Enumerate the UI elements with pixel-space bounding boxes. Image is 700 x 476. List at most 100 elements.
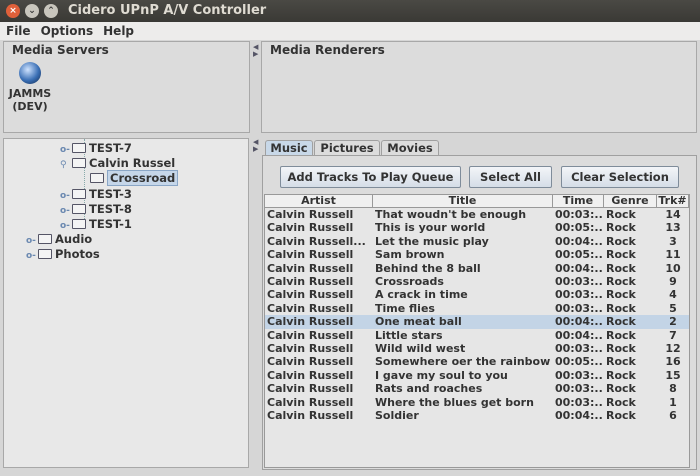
split-arrow-icon[interactable]: ◀ ▶ [253,139,258,153]
table-row[interactable]: Calvin Russell Little stars 00:04:... Rock 7 [265,329,689,342]
column-header[interactable]: Time [553,195,604,208]
table-cell: Rock [606,368,636,382]
column-header[interactable]: Trk# [657,195,689,208]
table-cell: Rock [606,221,636,235]
tree-node[interactable]: o- TEST-7 [60,141,132,155]
table-cell: 13 [665,221,681,235]
table-row[interactable]: Calvin Russell One meat ball 00:04:... Rock… [265,315,689,329]
table-cell: Where the blues get born [375,395,534,409]
tree-node[interactable]: o- TEST-3 [60,187,132,201]
media-renderers-panel: Media Renderers [261,41,697,133]
table-cell: A crack in time [375,288,468,302]
table-cell: Calvin Russell [267,301,354,315]
tab-movies[interactable]: Movies [381,140,439,156]
table-cell: 00:03:... [555,288,602,302]
table-row[interactable]: Calvin Russell Behind the 8 ball 00:04:...… [265,262,689,275]
table-row[interactable]: Calvin Russell Wild wild west 00:03:... Roc… [265,342,689,355]
table-cell: Rock [606,248,636,262]
table-cell: Calvin Russell [267,355,354,369]
tracks-table[interactable]: Artist Title Time Genre Trk# Calvin Russell Th… [264,194,690,468]
clear-selection-button[interactable]: Clear Selection [561,166,679,188]
tree-node-label: TEST-1 [89,217,132,231]
table-cell: 4 [669,288,677,302]
collapse-handle-icon[interactable]: o- [26,249,36,263]
tree-node-label: Audio [55,232,93,247]
close-button[interactable]: × [6,4,20,18]
table-row[interactable]: Calvin Russell Time flies 00:03:... Rock 5 [265,302,689,315]
table-cell: Rock [606,301,636,315]
tree-node[interactable]: o- TEST-8 [60,202,132,216]
window-title: Cidero UPnP A/V Controller [68,3,267,18]
table-cell: Let the music play [375,234,489,248]
minimize-button[interactable]: ⌄ [25,4,39,18]
folder-icon [72,219,86,229]
tree-node[interactable]: o- Photos [26,247,100,261]
table-cell: 9 [669,275,677,288]
table-cell: 00:03:... [555,275,602,288]
tab-music[interactable]: Music [265,140,313,156]
collapse-handle-icon[interactable]: o- [60,189,70,203]
table-row[interactable]: Calvin Russell This is your world 00:05:..… [265,221,689,234]
expand-handle-icon[interactable]: ⚲ [60,158,70,172]
table-cell: 00:05:... [555,355,602,369]
select-all-button[interactable]: Select All [469,166,552,188]
table-row[interactable]: Calvin Russell Crossroads 00:03:... Rock 9 [265,275,689,288]
tree-node[interactable]: o- TEST-1 [60,217,132,231]
tree-node[interactable]: ⚲ Calvin Russel [60,156,175,170]
table-row[interactable]: Calvin Russell I gave my soul to you 00:03… [265,369,689,382]
split-left-arrow-icon[interactable]: ◀ ▶ [253,44,258,58]
column-header[interactable]: Genre [604,195,657,208]
column-header[interactable]: Artist [265,195,373,208]
table-cell: Calvin Russell [267,382,354,396]
folder-icon [72,158,86,169]
table-row[interactable]: Calvin Russell A crack in time 00:03:... Ro… [265,288,689,301]
table-cell: One meat ball [375,315,462,329]
tree-node[interactable]: Crossroad [90,170,179,187]
table-cell: 6 [669,409,677,422]
menu-options[interactable]: Options [41,24,94,38]
collapse-handle-icon[interactable]: o- [26,234,36,248]
table-row[interactable]: Calvin Russell Where the blues get born 00… [265,396,689,409]
table-cell: Rock [606,355,636,369]
table-row[interactable]: Calvin Russell Sam brown 00:05:... Rock 11 [265,248,689,261]
table-cell: Rock [606,261,636,275]
menu-bar: File Options Help [0,22,700,40]
content-tree[interactable]: o- TEST-7 ⚲ Calvin Russel Crossroad o- TEST-3 o… [3,138,249,468]
server-sub: (DEV) [12,100,48,113]
table-cell: Calvin Russell [267,261,354,275]
tab-pictures[interactable]: Pictures [314,140,380,156]
add-tracks-button[interactable]: Add Tracks To Play Queue [280,166,461,188]
table-cell: 1 [669,395,677,409]
table-cell: Rock [606,409,636,422]
folder-icon [72,143,86,153]
table-row[interactable]: Calvin Russell... Let the music play 00:04… [265,235,689,248]
collapse-handle-icon[interactable]: o- [60,204,70,218]
maximize-button[interactable]: ⌃ [44,4,58,18]
table-cell: Wild wild west [375,342,466,355]
tree-node-label: TEST-7 [89,141,132,155]
table-cell: This is your world [375,221,486,235]
table-row[interactable]: Calvin Russell Rats and roaches 00:03:... R… [265,382,689,395]
collapse-handle-icon[interactable]: o- [60,143,70,157]
server-jamms[interactable]: JAMMS (DEV) [8,62,52,113]
table-cell: 00:04:... [555,261,602,275]
table-row[interactable]: Calvin Russell Soldier 00:04:... Rock 6 [265,409,689,422]
collapse-handle-icon[interactable]: o- [60,219,70,233]
tree-node[interactable]: o- Audio [26,232,92,246]
table-cell: 2 [669,315,677,329]
table-cell: 3 [669,234,677,248]
menu-help[interactable]: Help [103,24,134,38]
table-cell: Rock [606,275,636,288]
folder-icon [72,188,86,199]
folder-icon [38,234,52,245]
table-cell: Calvin Russell [267,342,354,355]
table-cell: Calvin Russell [267,248,354,262]
table-row[interactable]: Calvin Russell Somewhere oer the rainbow 0… [265,355,689,368]
menu-file[interactable]: File [6,24,31,38]
table-row[interactable]: Calvin Russell That woudn't be enough 00:0… [265,208,689,221]
table-cell: 00:05:... [555,221,602,235]
table-cell: 00:04:... [555,315,602,329]
column-header[interactable]: Title [373,195,553,208]
tree-node-label: TEST-8 [89,201,132,216]
table-cell: Rock [606,382,636,396]
